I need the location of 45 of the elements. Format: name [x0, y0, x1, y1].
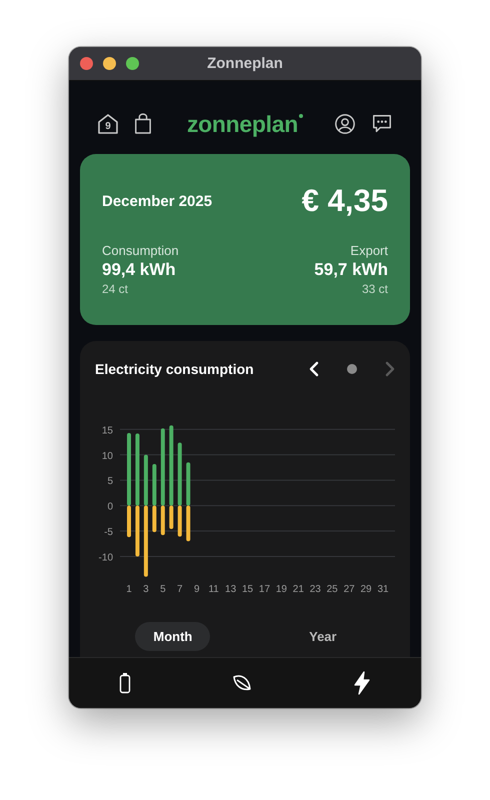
consumption-amount: 99,4 kWh — [102, 260, 177, 280]
logo: zonneplan — [186, 110, 304, 138]
chat-icon[interactable] — [370, 113, 394, 135]
x-axis-label: 5 — [160, 584, 166, 595]
x-axis-label: 21 — [292, 584, 304, 595]
y-axis-label: 10 — [102, 450, 113, 462]
x-axis-label: 27 — [344, 584, 355, 595]
window-title: Zonneplan — [207, 55, 283, 72]
consumption-label: Consumption — [102, 243, 179, 258]
period-tab[interactable]: Month — [135, 622, 210, 651]
x-axis-label: 23 — [310, 584, 321, 595]
x-axis-label: 3 — [143, 584, 149, 595]
zoom-button[interactable] — [126, 57, 139, 70]
previous-icon[interactable] — [309, 361, 319, 377]
y-axis-label: 5 — [107, 476, 113, 488]
x-axis-label: 1 — [126, 584, 132, 595]
y-axis-label: -10 — [98, 552, 113, 564]
y-axis-label: 15 — [102, 425, 113, 436]
export-amount: 59,7 kWh — [314, 260, 388, 280]
x-axis-label: 31 — [377, 584, 389, 595]
x-axis-label: 9 — [194, 584, 200, 595]
home-button[interactable]: 9 — [96, 112, 120, 136]
battery-tab[interactable] — [117, 670, 133, 696]
shopping-bag-icon[interactable] — [134, 113, 152, 135]
chart-title: Electricity consumption — [95, 361, 254, 377]
period-label: December 2025 — [102, 192, 212, 210]
export-price: 33 ct — [362, 282, 388, 296]
minimize-button[interactable] — [103, 57, 116, 70]
page-dot-icon — [347, 364, 357, 374]
total-cost: € 4,35 — [302, 183, 388, 219]
close-button[interactable] — [80, 57, 93, 70]
consumption-price: 24 ct — [102, 282, 130, 296]
x-axis-label: 11 — [208, 584, 219, 595]
x-axis-label: 25 — [326, 584, 338, 595]
x-axis-label: 7 — [177, 584, 183, 595]
x-axis-label: 15 — [242, 584, 254, 595]
x-axis-label: 29 — [360, 584, 372, 595]
period-tab[interactable]: Year — [291, 622, 355, 651]
x-axis-label: 19 — [276, 584, 287, 595]
x-axis-label: 17 — [258, 584, 270, 595]
export-label: Export — [350, 243, 388, 258]
user-icon[interactable] — [334, 113, 356, 135]
x-axis-label: 13 — [225, 584, 236, 595]
y-axis-label: 0 — [107, 502, 113, 513]
y-axis-label: -5 — [104, 527, 113, 538]
